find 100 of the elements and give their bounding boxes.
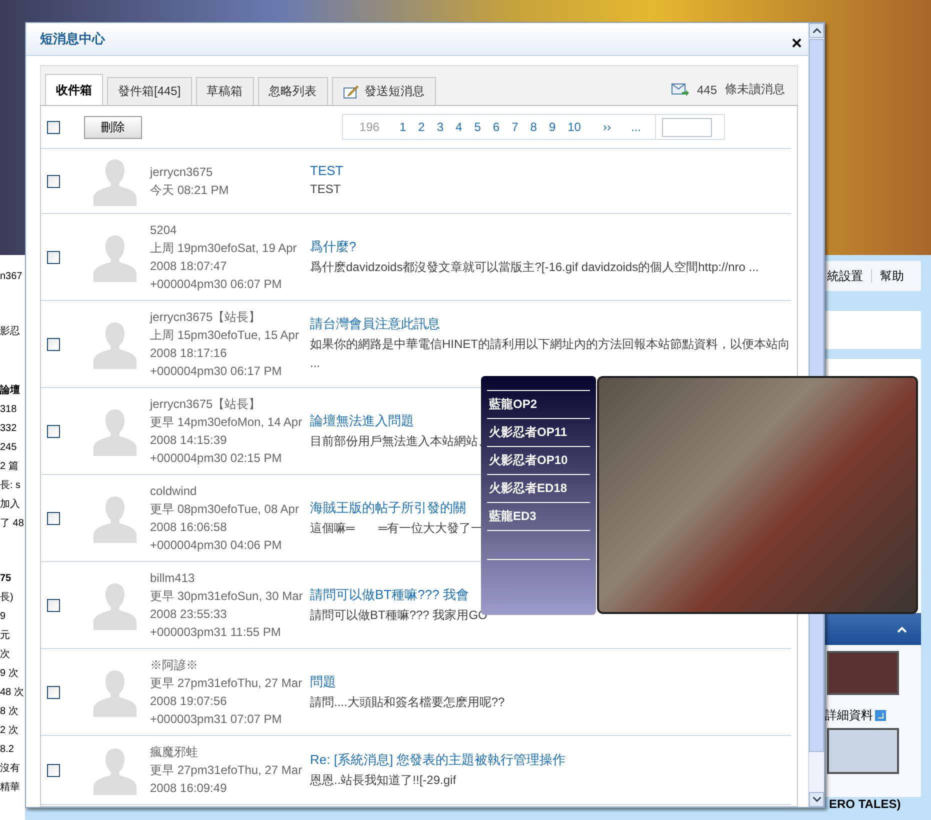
sidebar-text: n367 — [0, 270, 22, 284]
sidebar-text: 332 — [0, 422, 17, 436]
message-subject-link[interactable]: 爲什麼? — [310, 238, 759, 256]
row-checkbox[interactable] — [47, 598, 60, 612]
sidebar-text: 論壇 — [0, 383, 20, 398]
row-checkbox[interactable] — [47, 174, 60, 188]
next-page-link[interactable]: ›› — [596, 120, 617, 134]
tab[interactable]: 忽略列表 — [258, 77, 328, 105]
message-time: 今天 08:21 PM — [150, 182, 230, 199]
more-pages-link[interactable]: ... — [624, 120, 647, 134]
row-checkbox[interactable] — [47, 250, 60, 264]
dialog-title: 短消息中心 — [40, 30, 105, 48]
tab[interactable]: 草稿箱 — [196, 77, 254, 105]
page-link[interactable]: 2 — [412, 120, 431, 134]
message-time: 2008 18:17:16 — [150, 345, 228, 362]
message-time: 上周 19pm30efoSat, 19 Apr — [150, 240, 298, 257]
message-preview: 恩恩..站長我知道了!![-29.gif — [310, 772, 458, 788]
sidebar-text: 次 — [0, 648, 10, 662]
page-link[interactable]: 9 — [542, 120, 562, 134]
message-subject-link[interactable]: 請台灣會員注意此訊息 — [310, 315, 791, 333]
unread-label: 條未讀消息 — [725, 81, 785, 98]
select-all-checkbox[interactable] — [47, 120, 60, 134]
message-time: 2008 14:15:39 — [150, 432, 228, 449]
message-preview: 請問....大頭貼和簽名檔要怎麽用呢?? — [310, 694, 505, 710]
tab[interactable]: 發送短消息 — [332, 77, 436, 105]
sidebar-text: 245 — [0, 441, 17, 455]
row-checkbox[interactable] — [47, 338, 60, 350]
page-link[interactable]: 5 — [468, 120, 487, 134]
collapse-icon[interactable] — [897, 626, 907, 632]
close-button[interactable]: × — [789, 32, 804, 54]
message-time: 2008 23:55:33 — [150, 606, 228, 623]
sender-name: 5204 — [150, 222, 178, 239]
page-link[interactable]: 1 — [393, 120, 412, 134]
sidebar-text: 75 — [0, 572, 12, 586]
page-link[interactable]: 4 — [450, 120, 468, 134]
tab[interactable]: 收件箱 — [45, 74, 103, 105]
message-time: +000004pm30 02:15 PM — [150, 450, 283, 467]
page-link[interactable]: 6 — [486, 120, 506, 134]
sender-name: ※阿諺※ — [150, 657, 199, 674]
sidebar-text: 加入 — [0, 498, 20, 512]
sidebar-text: 2 篇 — [0, 460, 18, 474]
page-link[interactable]: 8 — [524, 120, 543, 134]
caret-down-icon — [812, 797, 820, 802]
sidebar-text: 元 — [0, 629, 10, 643]
sidebar-text: 2 次 — [0, 724, 18, 738]
row-checkbox[interactable] — [47, 424, 60, 438]
page-link[interactable]: 10 — [562, 120, 587, 134]
page-link[interactable]: 3 — [430, 120, 450, 134]
arrow-icon — [875, 710, 886, 721]
sender-name: jerrycn3675【站長】 — [150, 396, 262, 413]
message-time: 更早 08pm30efoTue, 08 Apr — [150, 501, 300, 518]
message-preview: 爲什麽davidzoids都沒發文章就可以當版主?[-16.gif davidzoids的個人空間http://nro ... — [310, 258, 759, 276]
caption-text: ERO TALES) — [829, 797, 902, 811]
page-input[interactable] — [662, 118, 712, 136]
message-time: 2008 16:09:49 — [150, 780, 228, 797]
playlist-item[interactable]: 火影忍者OP10 — [487, 446, 590, 474]
sidebar-text: 了 48 — [0, 517, 24, 531]
message-preview: TEST — [310, 181, 342, 198]
banner-thumbnail — [827, 651, 899, 695]
message-subject-link[interactable]: 海賊王版的帖子所引發的關 — [310, 498, 484, 516]
row-checkbox[interactable] — [47, 686, 60, 698]
sidebar-text: 精華 — [0, 780, 20, 795]
message-time: +000004pm30 06:07 PM — [150, 276, 283, 293]
page-total: 196 — [358, 120, 380, 134]
message-time: +000003pm31 11:55 PM — [150, 624, 282, 641]
sidebar-text: 48 次 — [0, 686, 24, 700]
sidebar-text: 長) — [0, 591, 14, 605]
scroll-up-button[interactable] — [809, 23, 824, 38]
sender-name: 瘋魔邪蛙 — [150, 744, 199, 761]
page-link[interactable]: 7 — [506, 120, 524, 134]
sidebar-text: 8.2 — [0, 743, 14, 757]
mail-icon — [670, 82, 689, 96]
playlist-item[interactable]: 火影忍者OP11 — [487, 418, 590, 446]
sender-name: billm413 — [150, 570, 196, 587]
playlist-item[interactable]: 藍龍ED3 — [487, 502, 590, 530]
message-time: +000004pm30 06:17 PM — [150, 363, 283, 380]
message-time: +000004pm30 04:06 PM — [150, 537, 283, 554]
sidebar-text: 影忍 — [0, 325, 20, 339]
scroll-down-button[interactable] — [809, 792, 824, 807]
message-subject-link[interactable]: 問題 — [310, 672, 505, 690]
delete-button[interactable]: 刪除 — [84, 116, 142, 138]
sidebar-text: 9 — [0, 610, 6, 624]
playlist-item[interactable]: 火影忍者ED18 — [487, 474, 590, 502]
message-subject-link[interactable]: TEST — [310, 163, 344, 178]
message-preview: 如果你的網路是中華電信HINET的請利用以下網址內的方法回報本站節點資料，以便本站向 ... — [310, 336, 791, 372]
pencil-note-icon — [342, 84, 359, 98]
message-time: 上周 15pm30efoTue, 15 Apr — [150, 327, 300, 344]
profile-link[interactable]: 詳細資料 — [825, 707, 873, 724]
sender-name: jerrycn3675 — [150, 164, 214, 181]
caret-up-icon — [812, 28, 820, 33]
nav-link[interactable]: 幫助 — [880, 268, 904, 284]
sidebar-text: 長: s — [0, 479, 21, 493]
tab[interactable]: 發件箱[445] — [107, 77, 192, 105]
message-time: 更早 27pm31efoThu, 27 Mar — [150, 675, 304, 692]
message-subject-link[interactable]: Re: [系統消息] 您發表的主題被執行管理操作 — [310, 750, 566, 768]
message-time: 2008 19:07:56 — [150, 693, 228, 710]
playlist-item[interactable]: 藍龍OP2 — [487, 390, 590, 418]
row-checkbox[interactable] — [47, 512, 60, 524]
nav-link[interactable]: 統設置 — [827, 268, 863, 284]
row-checkbox[interactable] — [47, 764, 60, 776]
